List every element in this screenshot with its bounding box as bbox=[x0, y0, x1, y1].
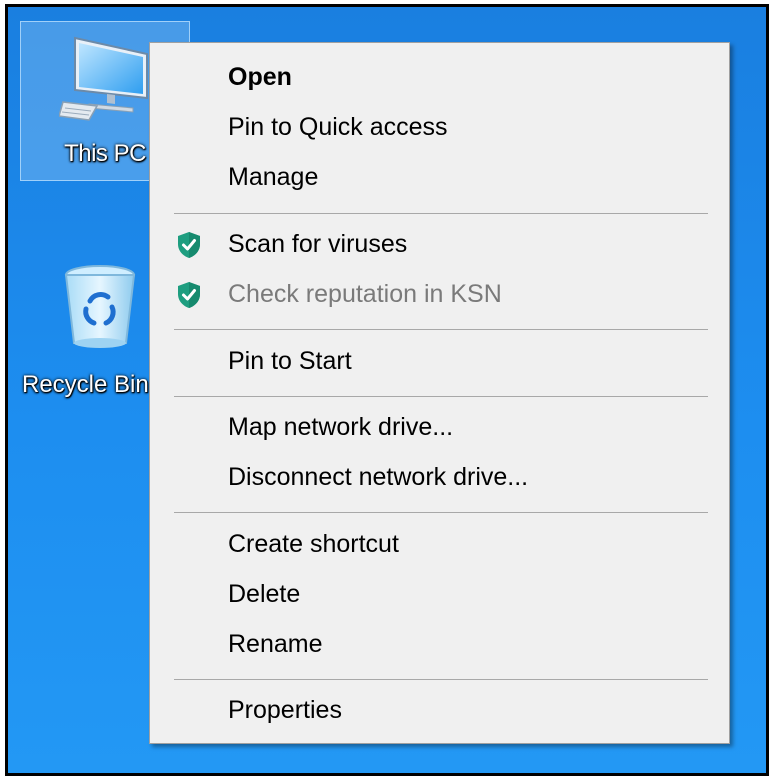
menu-separator bbox=[174, 512, 708, 513]
menu-item-label: Scan for viruses bbox=[228, 230, 408, 258]
computer-monitor-icon bbox=[59, 36, 148, 121]
menu-item-label: Pin to Quick access bbox=[228, 113, 448, 141]
menu-item-rename[interactable]: Rename bbox=[150, 621, 729, 667]
menu-item-manage[interactable]: Manage bbox=[150, 154, 729, 200]
menu-item-open[interactable]: Open bbox=[150, 54, 729, 100]
menu-item-check-reputation-in-ksn[interactable]: Check reputation in KSN bbox=[150, 271, 729, 317]
menu-item-pin-to-quick-access[interactable]: Pin to Quick access bbox=[150, 104, 729, 150]
menu-separator bbox=[174, 396, 708, 397]
context-menu: Open Pin to Quick access Manage Scan for… bbox=[149, 42, 730, 744]
menu-item-label: Delete bbox=[228, 580, 301, 608]
menu-item-scan-for-viruses[interactable]: Scan for viruses bbox=[150, 221, 729, 267]
menu-item-disconnect-network-drive[interactable]: Disconnect network drive... bbox=[150, 454, 729, 500]
menu-item-delete[interactable]: Delete bbox=[150, 571, 729, 617]
menu-item-properties[interactable]: Properties bbox=[150, 687, 729, 733]
menu-item-label: Map network drive... bbox=[228, 413, 454, 441]
menu-item-pin-to-start[interactable]: Pin to Start bbox=[150, 338, 729, 384]
menu-item-label: Check reputation in KSN bbox=[228, 280, 502, 308]
menu-separator bbox=[174, 213, 708, 214]
menu-item-label: Create shortcut bbox=[228, 530, 399, 558]
kaspersky-shield-icon bbox=[178, 282, 200, 308]
menu-item-label: Manage bbox=[228, 163, 319, 191]
screenshot-frame: This PC Recycle Bin Open Pin to Quick ac… bbox=[5, 4, 769, 776]
menu-item-create-shortcut[interactable]: Create shortcut bbox=[150, 521, 729, 567]
menu-item-label: Rename bbox=[228, 630, 323, 658]
menu-item-label: Pin to Start bbox=[228, 347, 352, 375]
menu-item-label: Open bbox=[228, 63, 292, 91]
recycle-bin-icon bbox=[64, 265, 136, 348]
menu-separator bbox=[174, 329, 708, 330]
menu-separator bbox=[174, 679, 708, 680]
menu-item-map-network-drive[interactable]: Map network drive... bbox=[150, 404, 729, 450]
desktop[interactable]: This PC Recycle Bin Open Pin to Quick ac… bbox=[8, 7, 766, 773]
menu-item-label: Disconnect network drive... bbox=[228, 463, 529, 491]
menu-item-label: Properties bbox=[228, 696, 342, 724]
kaspersky-shield-icon bbox=[178, 232, 200, 258]
